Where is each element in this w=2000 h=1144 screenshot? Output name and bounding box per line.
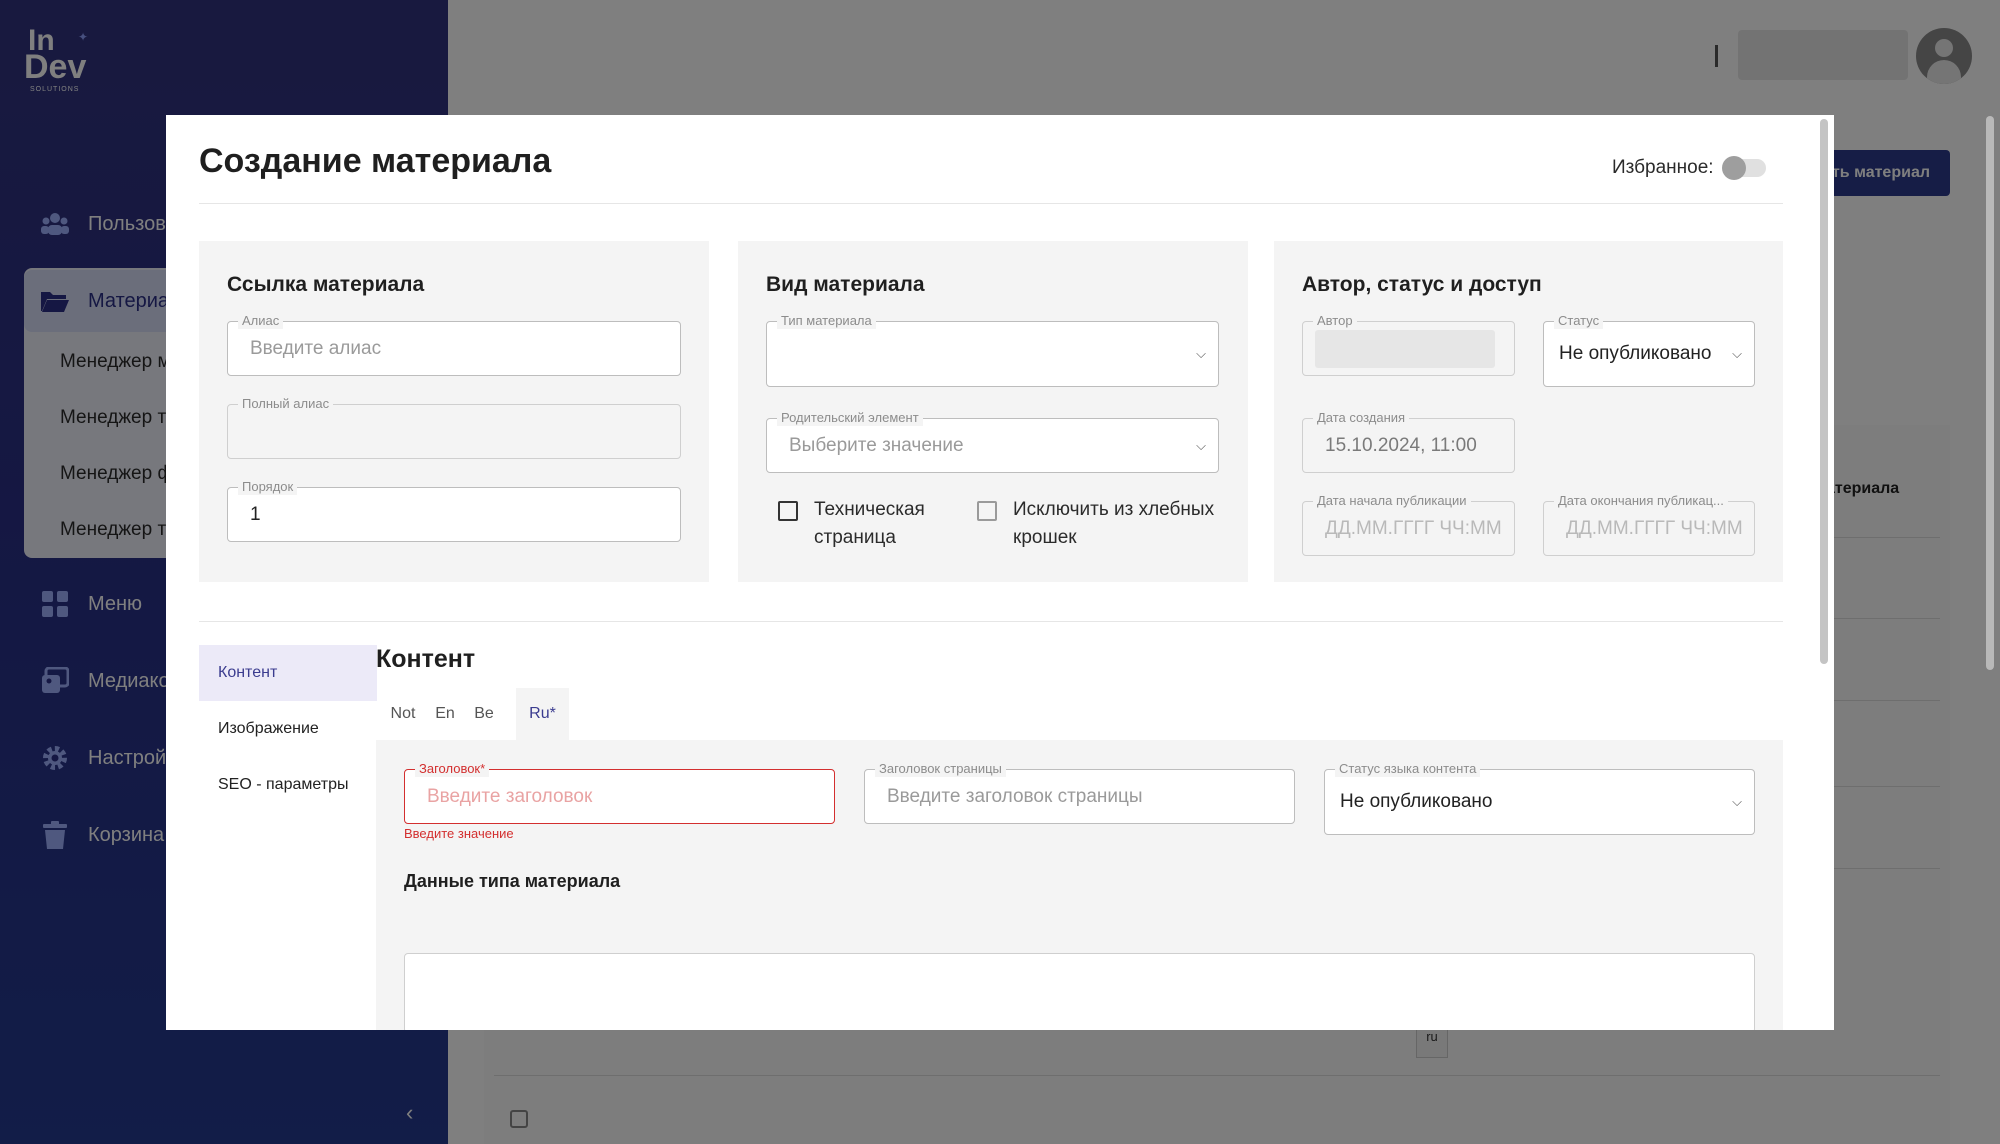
publish-start-field[interactable]: Дата начала публикации ДД.ММ.ГГГГ ЧЧ:ММ — [1302, 493, 1515, 556]
author-field: Автор — [1302, 313, 1515, 376]
content-language-status-select[interactable]: Статус языка контента Не опубликовано ⌵ — [1324, 761, 1755, 835]
author-status-card: Автор, статус и доступ Автор Статус Не о… — [1274, 241, 1783, 582]
modal-scrollbar[interactable] — [1820, 119, 1828, 664]
create-material-modal: Создание материала Избранное: Ссылка мат… — [166, 115, 1834, 1030]
field-value: 15.10.2024, 11:00 — [1325, 434, 1477, 456]
tab-image[interactable]: Изображение — [199, 701, 377, 757]
heading-input[interactable]: Заголовок* Введите заголовок — [404, 761, 835, 824]
chevron-down-icon: ⌵ — [1732, 346, 1742, 361]
chevron-down-icon: ⌵ — [1196, 437, 1206, 453]
material-type-data-title: Данные типа материала — [404, 871, 621, 891]
favorite-toggle[interactable] — [1721, 156, 1766, 180]
toggle-knob — [1721, 156, 1746, 180]
chevron-down-icon: ⌵ — [1732, 794, 1742, 809]
field-value: Не опубликовано — [1340, 791, 1493, 812]
lang-tab-be[interactable]: Be — [466, 688, 502, 740]
checkbox-label: Исключить из хлебных крошек — [1013, 499, 1215, 548]
technical-page-checkbox[interactable]: Техническая страница — [778, 496, 953, 552]
favorite-control: Избранное: — [1612, 156, 1766, 180]
lang-tab-en[interactable]: En — [428, 688, 462, 740]
material-type-select[interactable]: Тип материала ⌵ — [766, 313, 1219, 387]
heading-error: Введите значение — [404, 826, 514, 841]
field-placeholder: ДД.ММ.ГГГГ ЧЧ:ММ — [1566, 517, 1743, 539]
card-title: Автор, статус и доступ — [1302, 273, 1542, 296]
created-date-field: Дата создания 15.10.2024, 11:00 — [1302, 410, 1515, 473]
field-placeholder: Введите заголовок страницы — [887, 785, 1143, 807]
publish-end-field[interactable]: Дата окончания публикац... ДД.ММ.ГГГГ ЧЧ… — [1543, 493, 1755, 556]
type-card: Вид материала Тип материала ⌵ Родительск… — [738, 241, 1248, 582]
field-placeholder: ДД.ММ.ГГГГ ЧЧ:ММ — [1325, 517, 1502, 539]
lang-tab-not[interactable]: Not — [382, 688, 424, 740]
field-placeholder: Введите заголовок — [427, 785, 593, 807]
lang-tab-ru[interactable]: Ru* — [516, 688, 569, 740]
field-label: Тип материала — [777, 313, 876, 329]
tab-seo[interactable]: SEO - параметры — [199, 757, 377, 813]
page-heading-input[interactable]: Заголовок страницы Введите заголовок стр… — [864, 761, 1295, 824]
order-field[interactable]: Порядок 1 — [227, 479, 681, 542]
divider — [199, 621, 1783, 622]
divider — [199, 203, 1783, 204]
checkbox-box[interactable] — [977, 501, 997, 521]
full-alias-field: Полный алиас — [227, 396, 681, 459]
checkbox-label: Техническая страница — [814, 499, 925, 548]
field-value: 1 — [250, 503, 261, 525]
author-value-blurred — [1315, 330, 1495, 368]
tab-content[interactable]: Контент — [199, 645, 377, 701]
favorite-label: Избранное: — [1612, 157, 1714, 178]
exclude-breadcrumbs-checkbox[interactable]: Исключить из хлебных крошек — [977, 496, 1237, 552]
parent-element-select[interactable]: Родительский элемент Выберите значение ⌵ — [766, 410, 1219, 473]
card-title: Ссылка материала — [227, 273, 425, 296]
field-label: Автор — [1313, 313, 1357, 329]
modal-title: Создание материала — [199, 142, 552, 180]
link-card: Ссылка материала Алиас Введите алиас Пол… — [199, 241, 709, 582]
field-label: Порядок — [238, 479, 298, 495]
material-type-data-editor[interactable] — [404, 953, 1755, 1030]
status-select[interactable]: Статус Не опубликовано ⌵ — [1543, 313, 1755, 387]
card-title: Вид материала — [766, 273, 925, 296]
checkbox-box[interactable] — [778, 501, 798, 521]
field-label: Полный алиас — [238, 396, 334, 412]
page-scrollbar[interactable] — [1986, 116, 1994, 670]
chevron-down-icon: ⌵ — [1196, 346, 1206, 361]
field-placeholder: Выберите значение — [789, 434, 964, 456]
field-placeholder: Введите алиас — [250, 337, 382, 359]
field-value: Не опубликовано — [1559, 343, 1712, 364]
content-title: Контент — [376, 645, 476, 673]
alias-field[interactable]: Алиас Введите алиас — [227, 313, 681, 376]
